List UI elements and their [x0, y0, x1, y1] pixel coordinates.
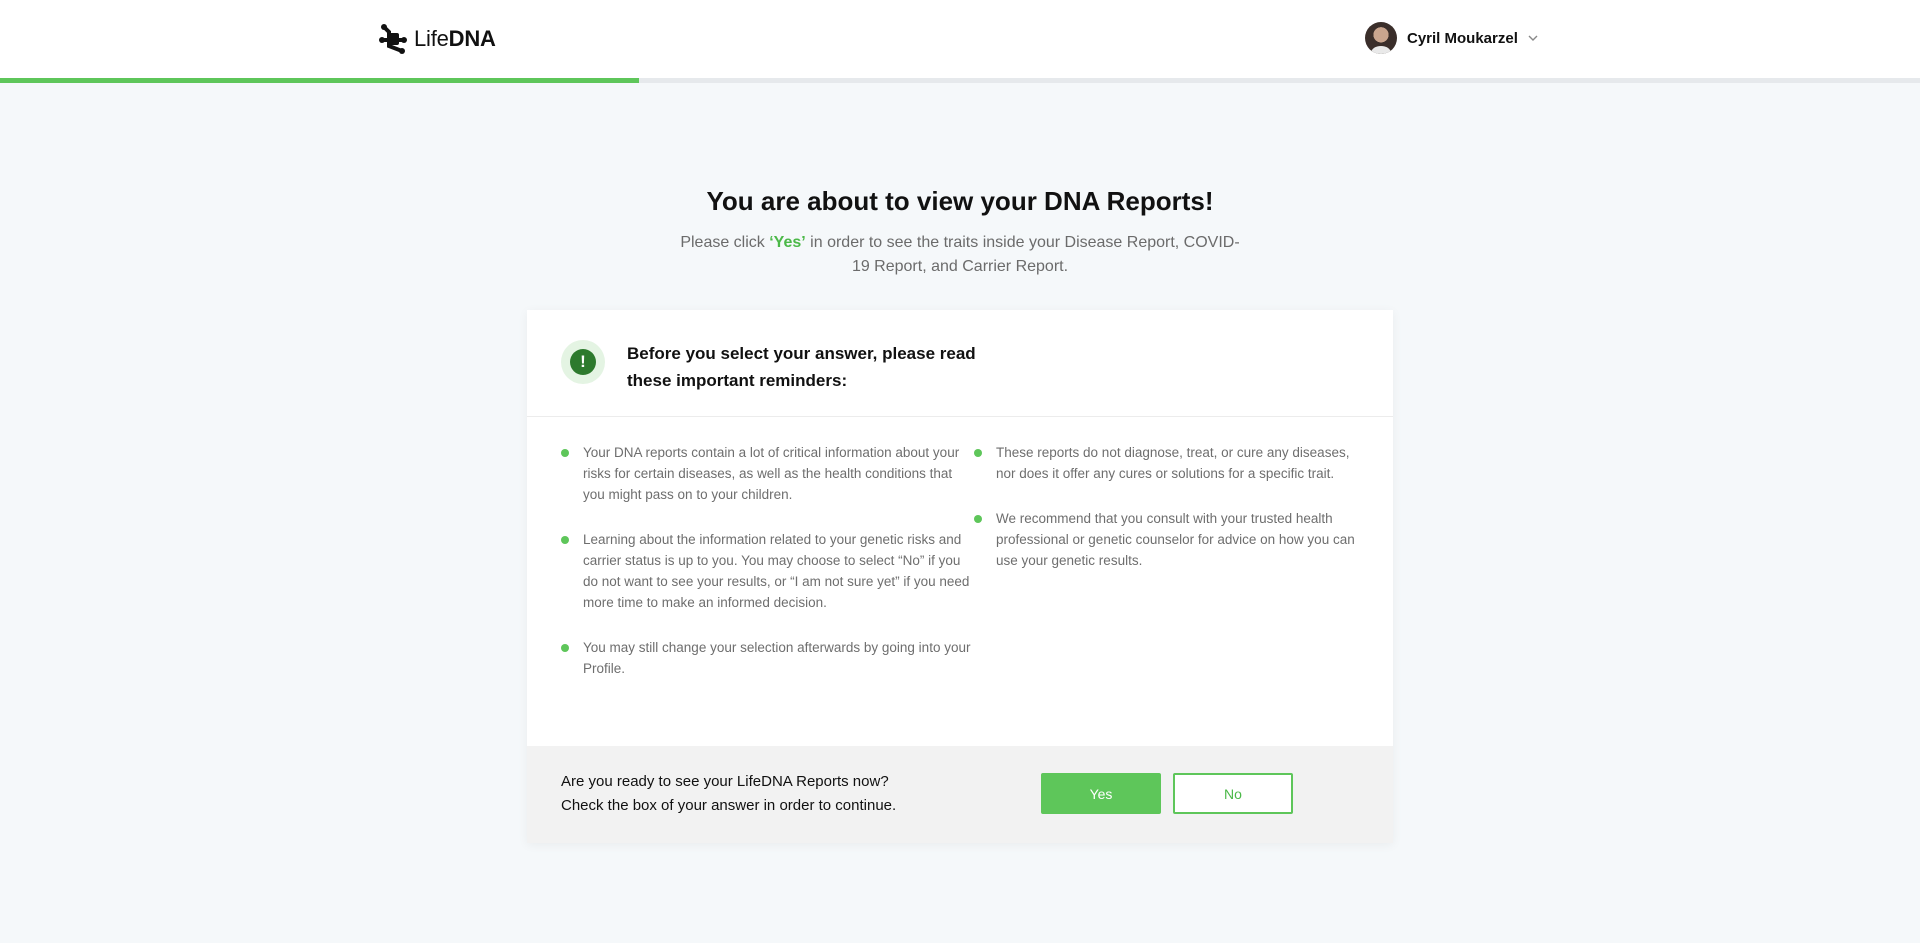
page-title: You are about to view your DNA Reports! — [706, 186, 1214, 216]
progress-bar — [0, 78, 1920, 83]
yes-button[interactable]: Yes — [1041, 773, 1161, 814]
no-button[interactable]: No — [1173, 773, 1293, 814]
top-bar: LifeDNA Cyril Moukarzel — [0, 0, 1920, 78]
card-header: ! Before you select your answer, please … — [527, 310, 1393, 417]
question-text: Are you ready to see your LifeDNA Report… — [561, 773, 897, 814]
card-footer: Are you ready to see your LifeDNA Report… — [527, 746, 1393, 843]
logo-text: LifeDNA — [414, 26, 496, 51]
user-name: Cyril Moukarzel — [1407, 29, 1518, 47]
page-subtitle: Please click ‘Yes’ in order to see the t… — [680, 234, 1240, 275]
reminders-card: ! Before you select your answer, please … — [527, 310, 1393, 843]
user-menu[interactable]: Cyril Moukarzel — [1365, 22, 1538, 54]
list-item: Learning about the information related t… — [561, 529, 971, 613]
lifedna-logo[interactable]: LifeDNA — [378, 23, 496, 55]
progress-fill — [0, 78, 640, 83]
yes-highlight: ‘Yes’ — [769, 234, 806, 251]
list-item: These reports do not diagnose, treat, or… — [974, 442, 1364, 484]
list-item: Your DNA reports contain a lot of critic… — [561, 442, 971, 505]
reminders-left-column: Your DNA reports contain a lot of critic… — [561, 442, 971, 703]
list-item: You may still change your selection afte… — [561, 637, 971, 679]
reminders-right-column: These reports do not diagnose, treat, or… — [974, 442, 1364, 595]
list-item: We recommend that you consult with your … — [974, 508, 1364, 571]
dna-logo-icon — [379, 24, 407, 54]
exclamation-icon: ! — [561, 340, 605, 384]
avatar — [1365, 22, 1397, 54]
card-heading: Before you select your answer, please re… — [627, 344, 976, 390]
chevron-down-icon — [1528, 35, 1538, 41]
